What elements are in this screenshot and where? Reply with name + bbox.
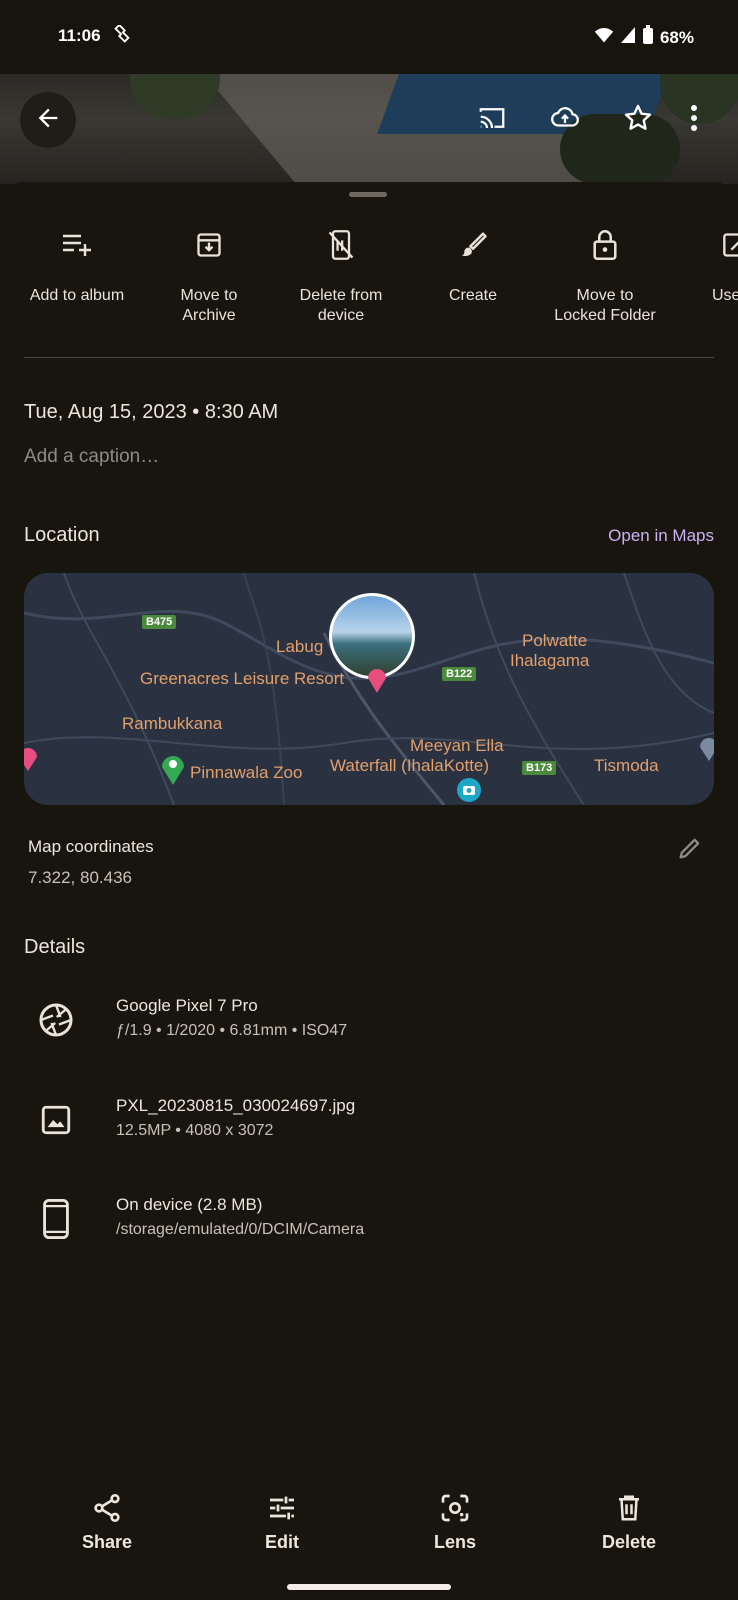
camera-pin-icon xyxy=(456,777,482,805)
share-label: Share xyxy=(81,1532,133,1552)
signal-icon xyxy=(620,26,636,49)
cast-icon xyxy=(475,103,509,138)
road-shield: B122 xyxy=(442,667,477,681)
delete-label: Delete xyxy=(601,1532,657,1552)
drag-handle[interactable] xyxy=(349,192,387,197)
delete-button[interactable]: Delete xyxy=(569,1488,689,1553)
cast-status-icon xyxy=(111,23,133,52)
map-label: Labug xyxy=(276,637,324,656)
map-pin-icon xyxy=(24,743,38,776)
detail-title: PXL_20230815_030024697.jpg xyxy=(116,1096,356,1115)
edit-label: Edit xyxy=(265,1532,299,1552)
detail-title: On device (2.8 MB) xyxy=(116,1195,263,1214)
action-label: Move to Locked Folder xyxy=(554,287,656,324)
cast-button[interactable] xyxy=(464,92,520,148)
share-button[interactable]: Share xyxy=(47,1488,167,1553)
map-label: Meeyan Ella xyxy=(410,736,504,755)
cloud-upload-icon xyxy=(548,103,582,138)
use-as-button[interactable]: Use xyxy=(672,222,738,306)
open-in-icon xyxy=(672,222,738,268)
backup-button[interactable] xyxy=(537,92,593,148)
more-vert-icon xyxy=(690,104,698,136)
share-icon xyxy=(47,1488,167,1528)
map-label: Rambukkana xyxy=(122,714,223,733)
date-time[interactable]: Tue, Aug 15, 2023 • 8:30 AM xyxy=(24,401,278,424)
move-to-locked-folder-button[interactable]: Move to Locked Folder xyxy=(525,222,685,326)
detail-storage: On device (2.8 MB) /storage/emulated/0/D… xyxy=(0,1189,738,1249)
map-pin-icon xyxy=(699,733,714,766)
lens-icon xyxy=(395,1488,515,1528)
map-coordinates-label: Map coordinates xyxy=(28,837,154,856)
map-label: Pinnawala Zoo xyxy=(190,763,303,782)
favorite-button[interactable] xyxy=(610,92,666,148)
detail-file: PXL_20230815_030024697.jpg 12.5MP • 4080… xyxy=(0,1090,738,1150)
camera-aperture-icon xyxy=(36,1000,76,1040)
arrow-back-icon xyxy=(34,104,62,137)
detail-subtitle: 12.5MP • 4080 x 3072 xyxy=(116,1122,274,1139)
pencil-icon xyxy=(676,834,704,867)
back-button[interactable] xyxy=(20,92,76,148)
detail-subtitle: /storage/emulated/0/DCIM/Camera xyxy=(116,1221,365,1238)
star-icon xyxy=(622,102,654,139)
image-icon xyxy=(36,1100,76,1140)
map-label: Waterfall (IhalaKotte) xyxy=(330,756,490,775)
caption-input[interactable]: Add a caption… xyxy=(24,446,159,468)
details-heading: Details xyxy=(24,936,86,958)
detail-subtitle: ƒ/1.9 • 1/2020 • 6.81mm • ISO47 xyxy=(116,1022,348,1039)
status-bar: 11:06 68% xyxy=(0,0,738,74)
map-label: Polwatte xyxy=(522,631,588,650)
zoo-pin-icon xyxy=(160,751,186,790)
detail-title: Google Pixel 7 Pro xyxy=(116,996,258,1015)
divider xyxy=(24,357,714,358)
edit-location-button[interactable] xyxy=(670,830,710,870)
tune-icon xyxy=(222,1488,342,1528)
wifi-icon xyxy=(594,26,614,49)
edit-button[interactable]: Edit xyxy=(222,1488,342,1553)
status-icons: 68% xyxy=(594,25,694,50)
bottom-action-bar: Share Edit Lens Delete xyxy=(0,1480,738,1600)
location-map[interactable]: B475 B122 B173 Labug Greenacres Leisure … xyxy=(24,573,714,805)
action-label: Use xyxy=(712,287,738,304)
more-options-button[interactable] xyxy=(674,92,714,148)
lens-button[interactable]: Lens xyxy=(395,1488,515,1553)
open-in-maps-link[interactable]: Open in Maps xyxy=(608,526,714,546)
road-shield: B475 xyxy=(142,615,177,629)
battery-icon xyxy=(642,25,654,50)
location-heading: Location xyxy=(24,524,100,546)
battery-percent: 68% xyxy=(659,27,694,47)
map-label: Tismoda xyxy=(594,756,659,775)
trash-icon xyxy=(569,1488,689,1528)
map-coordinates-value: 7.322, 80.436 xyxy=(28,868,132,887)
lock-icon xyxy=(525,222,685,268)
gesture-bar[interactable] xyxy=(287,1584,451,1590)
lens-label: Lens xyxy=(433,1532,476,1552)
phone-icon xyxy=(36,1199,76,1239)
road-shield: B173 xyxy=(522,761,557,775)
action-row: Add to album Move to Archive Delete from… xyxy=(0,222,738,332)
map-label: Ihalagama xyxy=(510,651,590,670)
hotel-pin-icon xyxy=(366,663,388,698)
info-sheet: Add to album Move to Archive Delete from… xyxy=(0,182,738,1600)
status-time: 11:06 xyxy=(58,26,101,45)
detail-camera: Google Pixel 7 Pro ƒ/1.9 • 1/2020 • 6.81… xyxy=(0,990,738,1050)
map-label: Greenacres Leisure Resort xyxy=(140,669,345,688)
